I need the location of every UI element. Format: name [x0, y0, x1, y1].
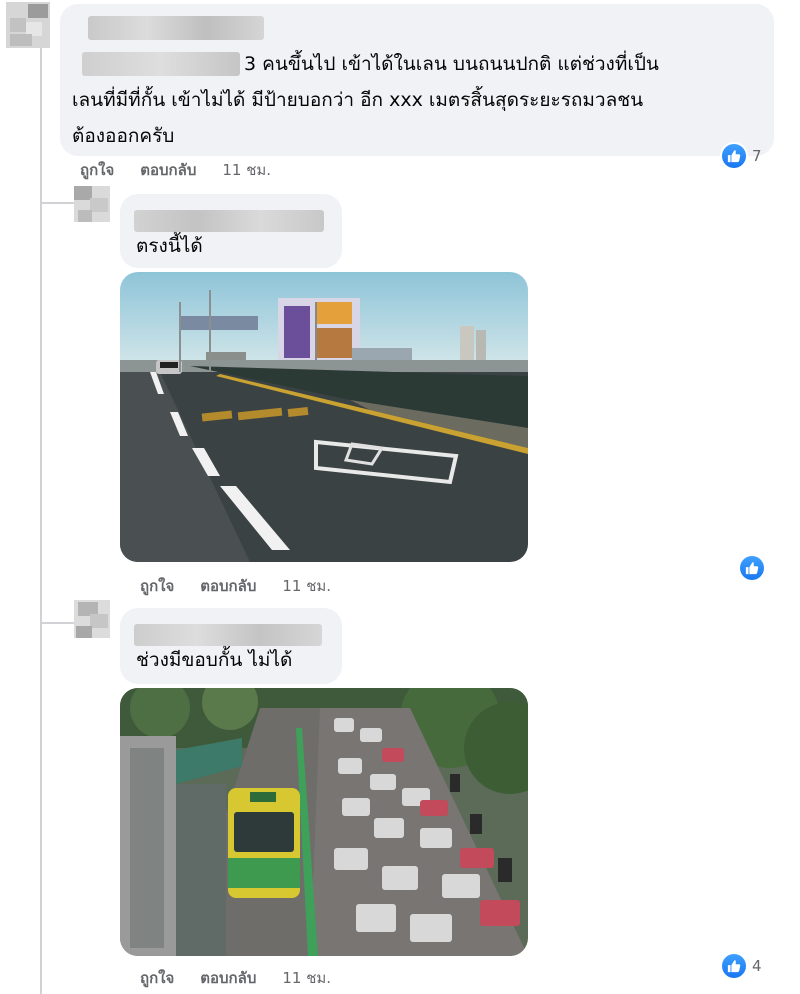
comment-bubble: ช่วงมีขอบกั้น ไม่ได้ — [120, 608, 342, 684]
reaction-summary[interactable]: 4 — [722, 954, 762, 978]
thread-connector-2 — [40, 622, 74, 624]
thread-line-main — [40, 48, 42, 994]
like-thumb-icon — [722, 144, 746, 168]
reaction-summary[interactable]: 7 — [722, 144, 762, 168]
reaction-summary[interactable] — [740, 556, 770, 580]
comment-text: ช่วงมีขอบกั้น ไม่ได้ — [136, 649, 293, 671]
avatar[interactable] — [0, 0, 52, 52]
reply-link[interactable]: ตอบกลับ — [140, 158, 196, 182]
comment-bubble: 3 คนขึ้นไป เข้าได้ในเลน บนถนนปกติ แต่ช่ว… — [60, 4, 774, 156]
reply-link[interactable]: ตอบกลับ — [200, 966, 256, 990]
like-link[interactable]: ถูกใจ — [80, 158, 114, 182]
timestamp[interactable]: 11 ชม. — [282, 574, 331, 598]
comment-text: 3 คนขึ้นไป เข้าได้ในเลน บนถนนปกติ แต่ช่ว… — [72, 53, 659, 147]
comment-text: ตรงนี้ได้ — [136, 235, 203, 257]
like-link[interactable]: ถูกใจ — [140, 574, 174, 598]
commenter-name[interactable] — [88, 16, 264, 40]
comment-photo-bus-lane[interactable] — [120, 688, 528, 956]
reply-link[interactable]: ตอบกลับ — [200, 574, 256, 598]
reaction-count: 4 — [752, 957, 762, 975]
comment-actions: ถูกใจ ตอบกลับ 11 ชม. — [80, 158, 271, 182]
comment-photo-highway[interactable] — [120, 272, 528, 562]
timestamp[interactable]: 11 ชม. — [282, 966, 331, 990]
like-thumb-icon — [740, 556, 764, 580]
timestamp[interactable]: 11 ชม. — [222, 158, 271, 182]
comment-actions: ถูกใจ ตอบกลับ 11 ชม. — [140, 966, 331, 990]
thread-connector-1 — [40, 202, 74, 204]
comment-bubble: ตรงนี้ได้ — [120, 194, 342, 268]
reaction-count: 7 — [752, 147, 762, 165]
comment-actions: ถูกใจ ตอบกลับ 11 ชม. — [140, 574, 331, 598]
avatar[interactable] — [74, 186, 114, 226]
like-link[interactable]: ถูกใจ — [140, 966, 174, 990]
avatar[interactable] — [74, 600, 114, 640]
like-thumb-icon — [722, 954, 746, 978]
